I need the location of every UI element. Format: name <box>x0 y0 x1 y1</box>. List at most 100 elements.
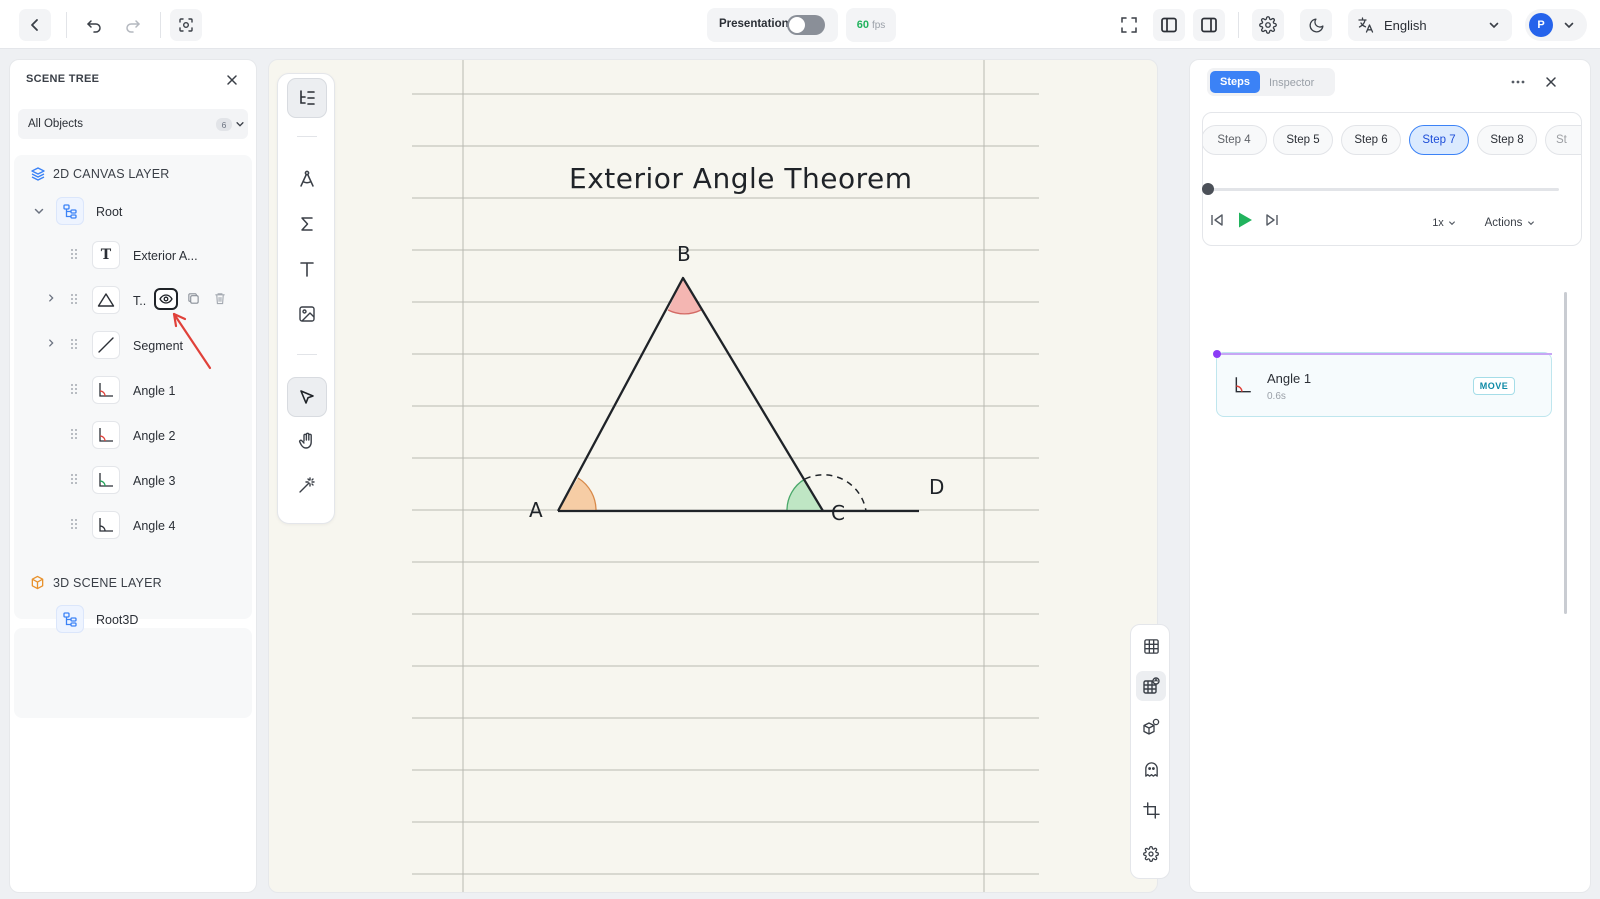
object-filter-select[interactable]: All Objects 6 <box>18 109 248 139</box>
object-count-badge: 6 <box>216 118 232 131</box>
scene-item-label[interactable]: Angle 4 <box>133 519 175 533</box>
point-a-label[interactable]: A <box>529 498 543 522</box>
screenshot-button[interactable] <box>170 9 202 41</box>
drag-handle-icon[interactable] <box>71 293 77 305</box>
tool-palette <box>277 73 335 524</box>
more-horizontal-icon <box>1511 80 1525 84</box>
crop-icon <box>1142 801 1160 819</box>
user-menu[interactable]: P <box>1525 9 1587 41</box>
chevron-down-icon[interactable] <box>33 205 45 217</box>
drag-handle-icon[interactable] <box>71 248 77 260</box>
scene-item-label[interactable]: T.. <box>133 294 146 308</box>
canvas-settings-button[interactable] <box>1136 839 1166 869</box>
steps-scrollbar[interactable] <box>1564 292 1567 614</box>
drag-handle-icon[interactable] <box>71 338 77 350</box>
ghost-mode-button[interactable] <box>1136 754 1166 784</box>
dark-mode-button[interactable] <box>1300 9 1332 41</box>
angle-icon <box>99 383 113 397</box>
progress-track[interactable] <box>1209 188 1559 191</box>
drag-handle-icon[interactable] <box>71 383 77 395</box>
point-c-label[interactable]: C <box>831 501 845 525</box>
toggle-right-panel-button[interactable] <box>1193 9 1225 41</box>
magic-tool-button[interactable] <box>287 465 327 505</box>
hierarchy-icon <box>63 204 77 219</box>
step-chip-label: Step 7 <box>1422 134 1456 146</box>
redo-button[interactable] <box>117 9 149 41</box>
chevron-right-icon[interactable] <box>46 293 56 303</box>
point-d-label[interactable]: D <box>929 475 944 499</box>
chevron-right-icon[interactable] <box>46 338 56 348</box>
skip-back-icon[interactable] <box>1210 213 1224 227</box>
outline-tool-button[interactable] <box>287 78 327 118</box>
timeline-marker[interactable] <box>1213 350 1221 358</box>
scene-item-label[interactable]: Angle 3 <box>133 474 175 488</box>
progress-handle[interactable] <box>1202 183 1214 195</box>
drag-handle-icon[interactable] <box>71 428 77 440</box>
settings-button[interactable] <box>1252 9 1284 41</box>
presentation-toggle[interactable] <box>787 15 825 35</box>
canvas-title[interactable]: Exterior Angle Theorem <box>569 162 913 195</box>
select-tool-button[interactable] <box>287 377 327 417</box>
tab-inspector[interactable]: Inspector <box>1269 77 1314 89</box>
duplicate-icon[interactable] <box>187 292 200 305</box>
visibility-toggle-button[interactable] <box>154 288 178 310</box>
crop-button[interactable] <box>1136 795 1166 825</box>
scene-item-label[interactable]: Exterior A... <box>133 249 198 263</box>
avatar: P <box>1529 13 1553 37</box>
root-label[interactable]: Root <box>96 205 122 219</box>
drag-handle-icon[interactable] <box>71 473 77 485</box>
3d-view-button[interactable] <box>1136 712 1166 742</box>
chevron-down-icon <box>1528 221 1535 226</box>
step-chip[interactable]: Step 6 <box>1341 125 1401 155</box>
playback-speed-select[interactable]: 1x <box>1423 211 1465 235</box>
snap-grid-button[interactable] <box>1136 671 1166 701</box>
language-select[interactable]: English <box>1348 9 1512 41</box>
step-chip[interactable]: St <box>1545 125 1581 155</box>
triangle-icon <box>97 293 115 307</box>
back-button[interactable] <box>19 9 51 41</box>
scene-layer-heading: 3D SCENE LAYER <box>53 576 162 590</box>
geometry-tool-button[interactable] <box>287 159 327 199</box>
undo-button[interactable] <box>78 9 110 41</box>
drag-handle-icon[interactable] <box>71 518 77 530</box>
tab-steps[interactable]: Steps <box>1210 71 1260 93</box>
more-options-button[interactable] <box>1505 69 1531 95</box>
point-b-label[interactable]: B <box>677 242 691 266</box>
timeline-item[interactable]: Angle 1 0.6s MOVE <box>1216 352 1552 417</box>
scene-item-label[interactable]: Angle 2 <box>133 429 175 443</box>
chevron-down-icon <box>1564 22 1574 29</box>
toggle-left-panel-button[interactable] <box>1153 9 1185 41</box>
grid-icon <box>1143 638 1159 654</box>
play-icon[interactable] <box>1237 211 1253 229</box>
close-icon <box>1546 77 1556 87</box>
snap-grid-icon <box>1143 677 1160 694</box>
root3d-label[interactable]: Root3D <box>96 613 138 627</box>
divider <box>66 12 67 38</box>
gear-icon <box>1259 16 1277 34</box>
image-tool-button[interactable] <box>287 294 327 334</box>
close-panel-button[interactable] <box>1538 69 1564 95</box>
top-bar: Presentation 60 fps English P <box>0 0 1600 49</box>
formula-tool-button[interactable] <box>287 204 327 244</box>
skip-forward-icon[interactable] <box>1265 213 1279 227</box>
text-tool-button[interactable] <box>287 249 327 289</box>
translate-icon <box>1358 17 1374 33</box>
root-node-icon <box>56 197 84 225</box>
actions-label: Actions <box>1484 217 1523 229</box>
step-chip[interactable]: Step 8 <box>1477 125 1537 155</box>
drawing-canvas[interactable]: Exterior Angle Theorem B A C D <box>268 59 1158 893</box>
scene-item-label[interactable]: Angle 1 <box>133 384 175 398</box>
step-chip[interactable]: Step 4 <box>1203 125 1267 155</box>
angle-object-icon <box>92 421 120 449</box>
close-scene-tree-button[interactable] <box>219 67 245 93</box>
fullscreen-button[interactable] <box>1113 9 1145 41</box>
presentation-label: Presentation <box>719 18 789 30</box>
step-chip[interactable]: Step 5 <box>1273 125 1333 155</box>
trash-icon[interactable] <box>214 292 226 305</box>
scene-item-label[interactable]: Segment <box>133 339 183 353</box>
actions-menu-button[interactable]: Actions <box>1473 211 1547 235</box>
step-chip-active[interactable]: Step 7 <box>1409 125 1469 155</box>
scene-tree-title: SCENE TREE <box>26 73 100 85</box>
grid-button[interactable] <box>1136 631 1166 661</box>
pan-tool-button[interactable] <box>287 421 327 461</box>
